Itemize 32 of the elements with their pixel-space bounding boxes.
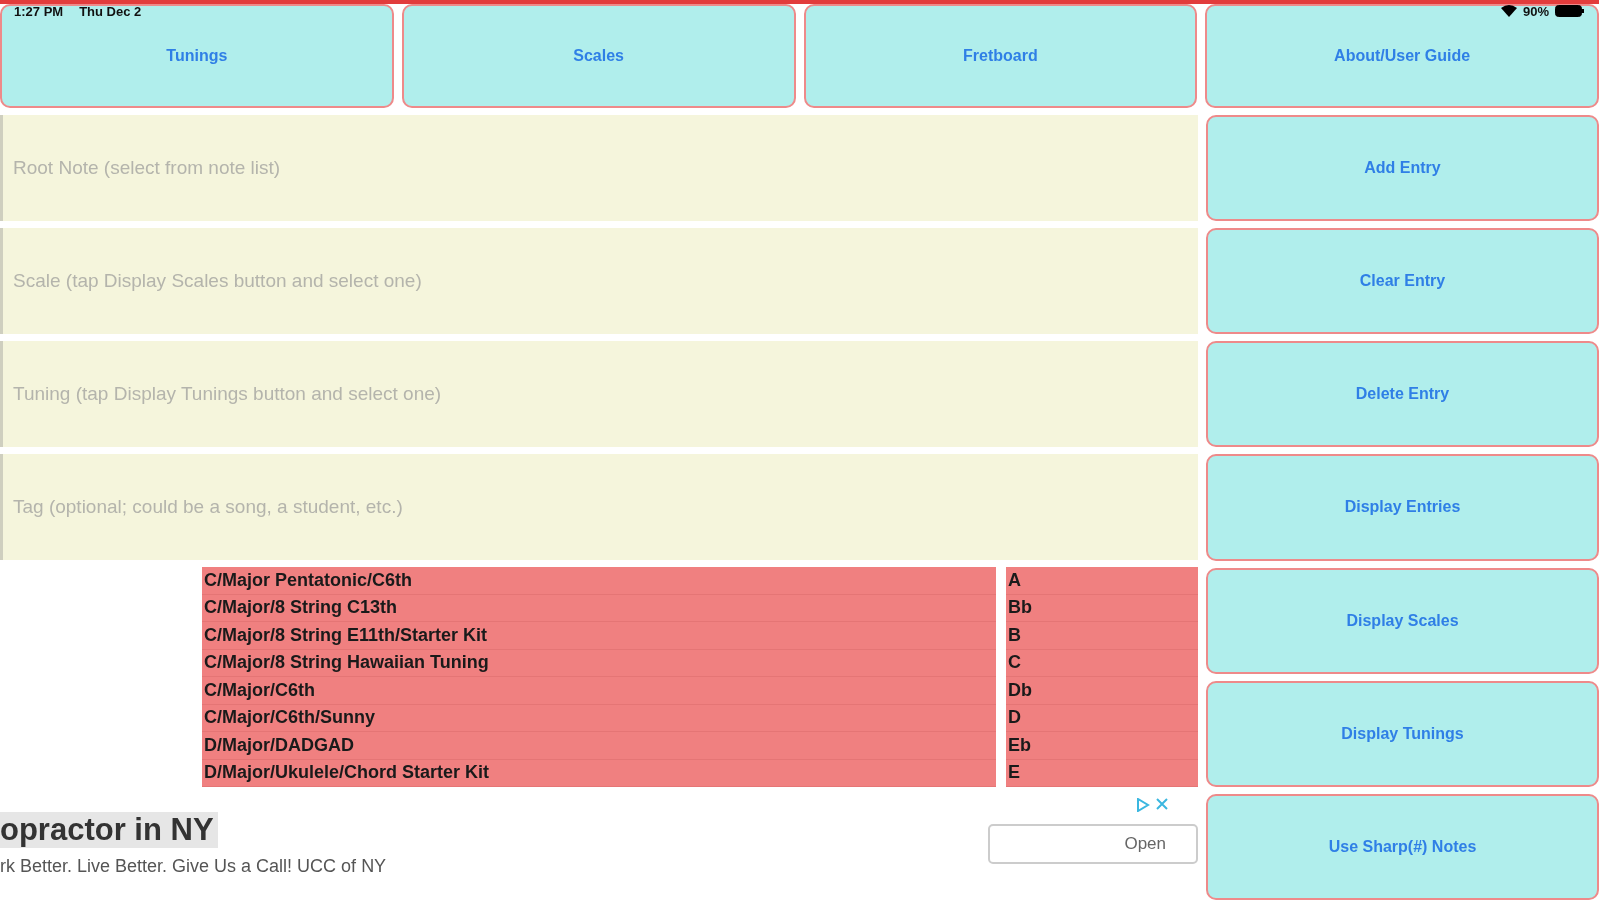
list-item[interactable]: A — [1006, 567, 1198, 595]
list-item[interactable]: Eb — [1006, 732, 1198, 760]
list-item[interactable]: C/Major/8 String E11th/Starter Kit — [202, 622, 996, 650]
list-item[interactable]: C/Major/8 String Hawaiian Tuning — [202, 649, 996, 677]
list-item[interactable]: C/Major/C6th/Sunny — [202, 704, 996, 732]
ad-headline: opractor in NY — [0, 812, 218, 848]
list-item[interactable]: D/Major/DADGAD — [202, 732, 996, 760]
list-item[interactable]: Bb — [1006, 594, 1198, 622]
list-item[interactable]: E — [1006, 759, 1198, 787]
list-item[interactable]: C — [1006, 649, 1198, 677]
list-item[interactable]: C/Major/C6th — [202, 677, 996, 705]
list-item[interactable]: C/Major Pentatonic/C6th — [202, 567, 996, 595]
close-icon — [1156, 798, 1168, 810]
text-field[interactable]: Tuning (tap Display Tunings button and select one) — [0, 341, 1198, 447]
text-field[interactable]: Scale (tap Display Scales button and select one) — [0, 228, 1198, 334]
ad-info-icon — [1136, 798, 1150, 812]
battery-percent: 90% — [1522, 3, 1549, 19]
text-field[interactable]: Root Note (select from note list) — [0, 115, 1198, 221]
open-button[interactable]: Open — [988, 824, 1198, 864]
list-item[interactable]: Db — [1006, 677, 1198, 705]
list-item[interactable]: C/Major/8 String C13th — [202, 594, 996, 622]
wifi-icon — [1500, 5, 1517, 17]
text-field[interactable]: Tag (optional; could be a song, a student, etc.) — [0, 454, 1198, 560]
status-time: 1:27 PM — [14, 3, 64, 19]
list-item[interactable]: D — [1006, 704, 1198, 732]
ad-text: rk Better. Live Better. Give Us a Call! UCC of NY — [0, 856, 387, 877]
scale-list[interactable]: C/Major Pentatonic/C6th C/Major/8 String C13th C/Major/8 String E11th/Starter Kit C/Major/8 String Hawaiian Tuning C/Major/C6th C/Major/C6th/Sunny D/Major/DADGAD D/Major/Ukulele/Chord Starter Kit — [202, 567, 996, 787]
note-list[interactable]: A Bb B C Db D Eb E — [1006, 567, 1198, 787]
list-item[interactable]: D/Major/Ukulele/Chord Starter Kit — [202, 759, 996, 787]
list-item[interactable]: B — [1006, 622, 1198, 650]
battery-icon — [1555, 5, 1585, 17]
status-date: Thu Dec 2 — [79, 3, 142, 19]
